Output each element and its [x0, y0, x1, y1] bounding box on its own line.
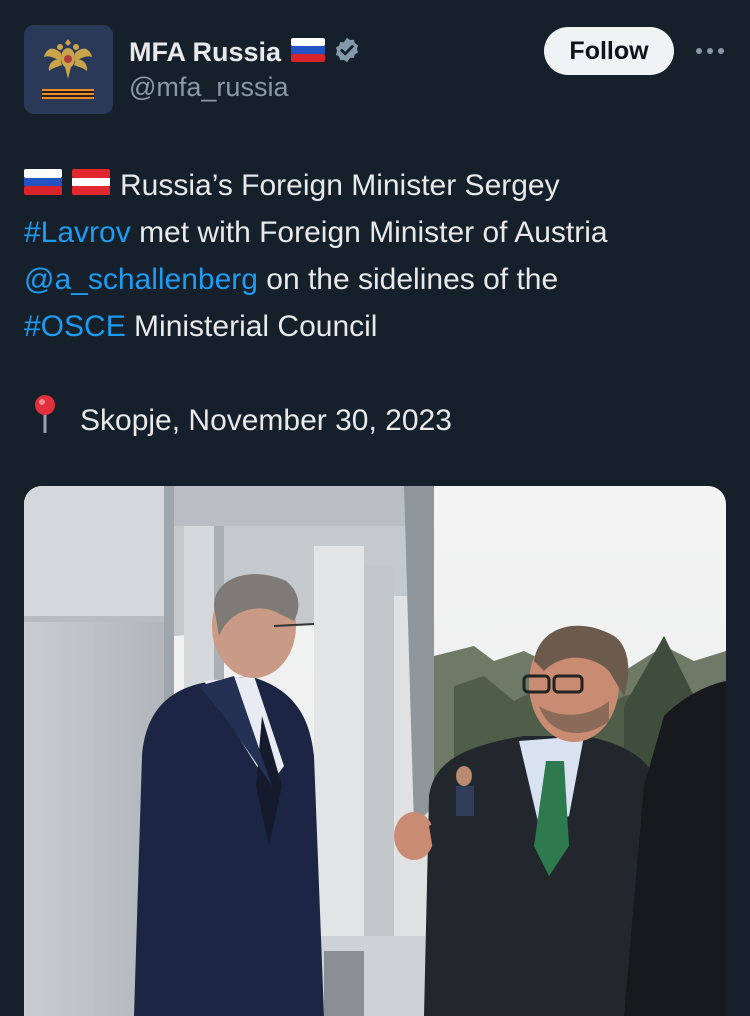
hashtag-link[interactable]: #Lavrov: [24, 209, 131, 256]
follow-button[interactable]: Follow: [544, 27, 674, 75]
two-men-meeting-photo[interactable]: [24, 486, 726, 1016]
tweet-text: Russia’s Foreign Minister Sergey #Lavrov…: [24, 162, 724, 350]
mention-link[interactable]: @a_schallenberg: [24, 256, 258, 303]
tweet-location-line: Skopje, November 30, 2023: [24, 393, 452, 447]
tweet-text-segment: on the sidelines of the: [257, 263, 559, 296]
account-names: MFA Russia @mfa_russia: [129, 34, 361, 104]
location-text: Skopje, November 30, 2023: [80, 403, 452, 437]
tweet-text-segment: met with Foreign Minister of Austria: [130, 216, 608, 249]
verified-badge-icon[interactable]: [333, 36, 361, 69]
display-name-row: MFA Russia: [129, 34, 361, 70]
location-pin-icon: [32, 393, 58, 447]
more-options-icon[interactable]: [690, 36, 730, 66]
tweet-text-segment: Russia’s Foreign Minister Sergey: [120, 169, 560, 202]
austria-flag-icon: [72, 162, 110, 209]
russian-coat-of-arms-icon: [24, 25, 113, 114]
display-name[interactable]: MFA Russia: [129, 37, 281, 68]
tweet-text-segment: Ministerial Council: [125, 310, 378, 343]
tweet-header: MFA Russia @mfa_russia Follow: [0, 0, 750, 130]
russia-flag-icon: [24, 162, 62, 209]
tweet-line-2: #Lavrov met with Foreign Minister of Aus…: [24, 209, 724, 256]
hashtag-link[interactable]: #OSCE: [24, 303, 126, 350]
tweet-line-3: @a_schallenberg on the sidelines of the: [24, 256, 724, 303]
avatar[interactable]: [24, 25, 113, 114]
tweet-line-1: Russia’s Foreign Minister Sergey: [24, 162, 724, 209]
russia-flag-icon: [291, 37, 326, 67]
tweet-line-4: #OSCE Ministerial Council: [24, 303, 724, 350]
account-handle[interactable]: @mfa_russia: [129, 70, 361, 104]
